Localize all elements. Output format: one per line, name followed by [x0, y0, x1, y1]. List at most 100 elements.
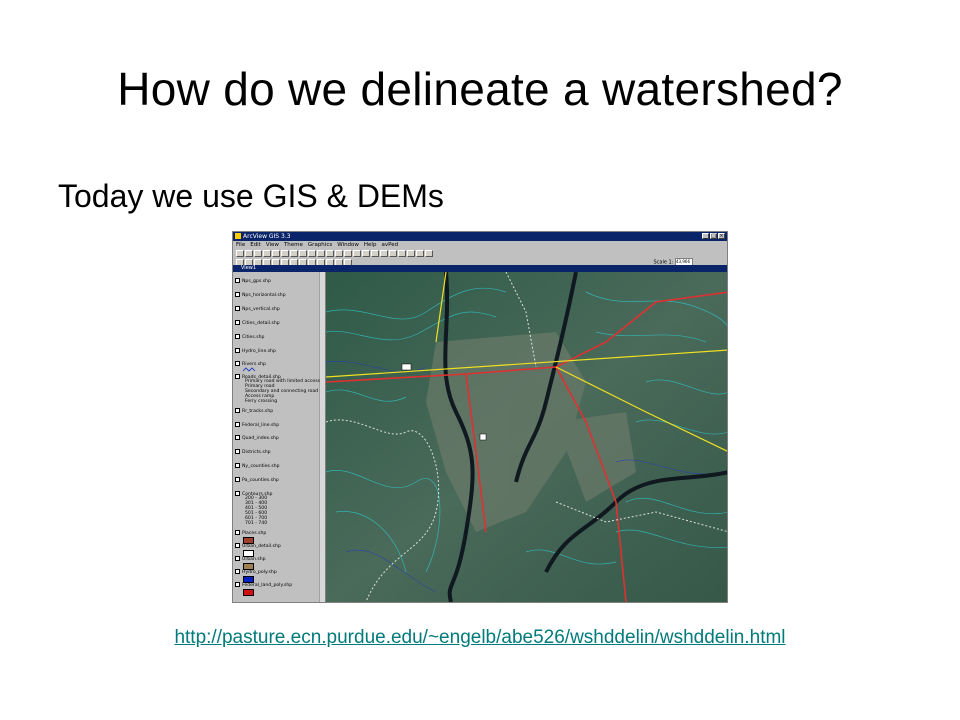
theme-item[interactable]: Urban.shp [235, 556, 266, 562]
toolbar-button[interactable] [407, 250, 415, 257]
checkbox[interactable] [235, 361, 240, 366]
checkbox[interactable] [235, 306, 240, 311]
toolbar-button[interactable] [263, 250, 271, 257]
toolbar-button[interactable] [281, 250, 289, 257]
theme-label: Nps_gps.shp [242, 279, 271, 284]
theme-item[interactable]: Urban_detail.shp [235, 543, 281, 549]
theme-item[interactable]: Districts.shp [235, 449, 271, 455]
toolbar-button[interactable] [317, 250, 325, 257]
toolbar-button[interactable] [254, 250, 262, 257]
theme-label: Cities_detail.shp [242, 321, 280, 326]
toolbar-button[interactable] [326, 250, 334, 257]
checkbox[interactable] [235, 543, 240, 548]
legend-scrollbar[interactable] [319, 272, 325, 602]
theme-label: Urban_detail.shp [242, 544, 281, 549]
checkbox[interactable] [235, 582, 240, 587]
toolbar-button[interactable] [362, 250, 370, 257]
menu-window[interactable]: Window [337, 241, 359, 249]
place-marker [479, 433, 487, 441]
theme-label: Ny_counties.shp [242, 464, 280, 469]
bullet-text: Today we use GIS & DEMs [58, 178, 444, 214]
app-icon [235, 233, 241, 239]
toolbar-button[interactable] [353, 250, 361, 257]
toolbar-button[interactable] [389, 250, 397, 257]
checkbox[interactable] [235, 449, 240, 454]
toolbar-button[interactable] [425, 250, 433, 257]
checkbox[interactable] [235, 530, 240, 535]
toolbar-button[interactable] [380, 250, 388, 257]
theme-item[interactable]: Federal_land_poly.shp [235, 582, 292, 588]
toolbar-button[interactable] [236, 250, 244, 257]
theme-label: Federal_land_poly.shp [242, 583, 293, 588]
theme-item[interactable]: Nps_horizontal.shp [235, 292, 286, 298]
theme-item[interactable]: Cities_detail.shp [235, 320, 280, 326]
toolbar-button[interactable] [272, 250, 280, 257]
toolbar-button[interactable] [371, 250, 379, 257]
theme-item[interactable]: Federal_line.shp [235, 422, 279, 428]
toolbar-button[interactable] [308, 250, 316, 257]
checkbox[interactable] [235, 435, 240, 440]
toolbar-button[interactable] [290, 250, 298, 257]
theme-item[interactable]: Hydro_line.shp [235, 348, 276, 354]
checkbox[interactable] [235, 292, 240, 297]
checkbox[interactable] [235, 569, 240, 574]
theme-item[interactable]: Ny_counties.shp [235, 463, 280, 469]
toolbar-button[interactable] [416, 250, 424, 257]
checkbox[interactable] [235, 374, 240, 379]
menu-view[interactable]: View [266, 241, 279, 249]
menu-graphics[interactable]: Graphics [308, 241, 332, 249]
theme-label: Nps_horizontal.shp [242, 293, 286, 298]
checkbox[interactable] [235, 477, 240, 482]
theme-label: Hydro_line.shp [242, 349, 276, 354]
legend-class: Ferry crossing [245, 399, 278, 404]
theme-label: Urban.shp [242, 557, 266, 562]
theme-label: Federal_line.shp [242, 423, 280, 428]
menu-bar: File Edit View Theme Graphics Window Hel… [233, 241, 727, 249]
checkbox[interactable] [235, 491, 240, 496]
checkbox[interactable] [235, 422, 240, 427]
theme-item[interactable]: Pa_counties.shp [235, 477, 279, 483]
checkbox[interactable] [235, 334, 240, 339]
theme-item[interactable]: Cities.shp [235, 334, 264, 340]
checkbox[interactable] [235, 408, 240, 413]
federal-land-swatch [243, 589, 254, 596]
theme-label: Nps_vertical.shp [242, 307, 280, 312]
checkbox[interactable] [235, 278, 240, 283]
view-titlebar: View1 [233, 265, 727, 272]
checkbox[interactable] [235, 463, 240, 468]
toolbar-button[interactable] [344, 250, 352, 257]
theme-item[interactable]: Rr_tracks.shp [235, 408, 273, 414]
river-symbol [243, 367, 255, 372]
menu-avped[interactable]: avPed [381, 241, 398, 249]
theme-label: Districts.shp [242, 450, 271, 455]
menu-file[interactable]: File [236, 241, 245, 249]
checkbox[interactable] [235, 320, 240, 325]
toolbar-button[interactable] [398, 250, 406, 257]
window-title: ArcView GIS 3.3 [243, 233, 291, 240]
menu-help[interactable]: Help [364, 241, 377, 249]
minimize-icon[interactable]: _ [702, 233, 709, 239]
map-canvas [326, 272, 727, 602]
legend-class: 701 - 740 [245, 521, 268, 526]
toolbar-button[interactable] [335, 250, 343, 257]
theme-item[interactable]: Places.shp [235, 530, 266, 536]
theme-item[interactable]: Nps_vertical.shp [235, 306, 280, 312]
menu-theme[interactable]: Theme [284, 241, 303, 249]
checkbox[interactable] [235, 556, 240, 561]
toolbar-button[interactable] [245, 250, 253, 257]
theme-label: Cities.shp [242, 335, 265, 340]
theme-item[interactable]: Nps_gps.shp [235, 278, 271, 284]
checkbox[interactable] [235, 348, 240, 353]
menu-edit[interactable]: Edit [250, 241, 261, 249]
close-icon[interactable]: × [718, 233, 725, 239]
slide-title: How do we delineate a watershed? [117, 63, 843, 115]
theme-item[interactable]: Hydro_poly.shp [235, 569, 277, 575]
toolbar-button[interactable] [299, 250, 307, 257]
theme-item[interactable]: Quad_index.shp [235, 435, 279, 441]
map-display[interactable] [326, 272, 727, 602]
theme-label: Quad_index.shp [242, 436, 279, 441]
maximize-icon[interactable]: □ [710, 233, 717, 239]
reference-link[interactable]: http://pasture.ecn.purdue.edu/~engelb/ab… [0, 627, 960, 649]
button-bar [233, 249, 727, 258]
theme-label: Hydro_poly.shp [242, 570, 277, 575]
